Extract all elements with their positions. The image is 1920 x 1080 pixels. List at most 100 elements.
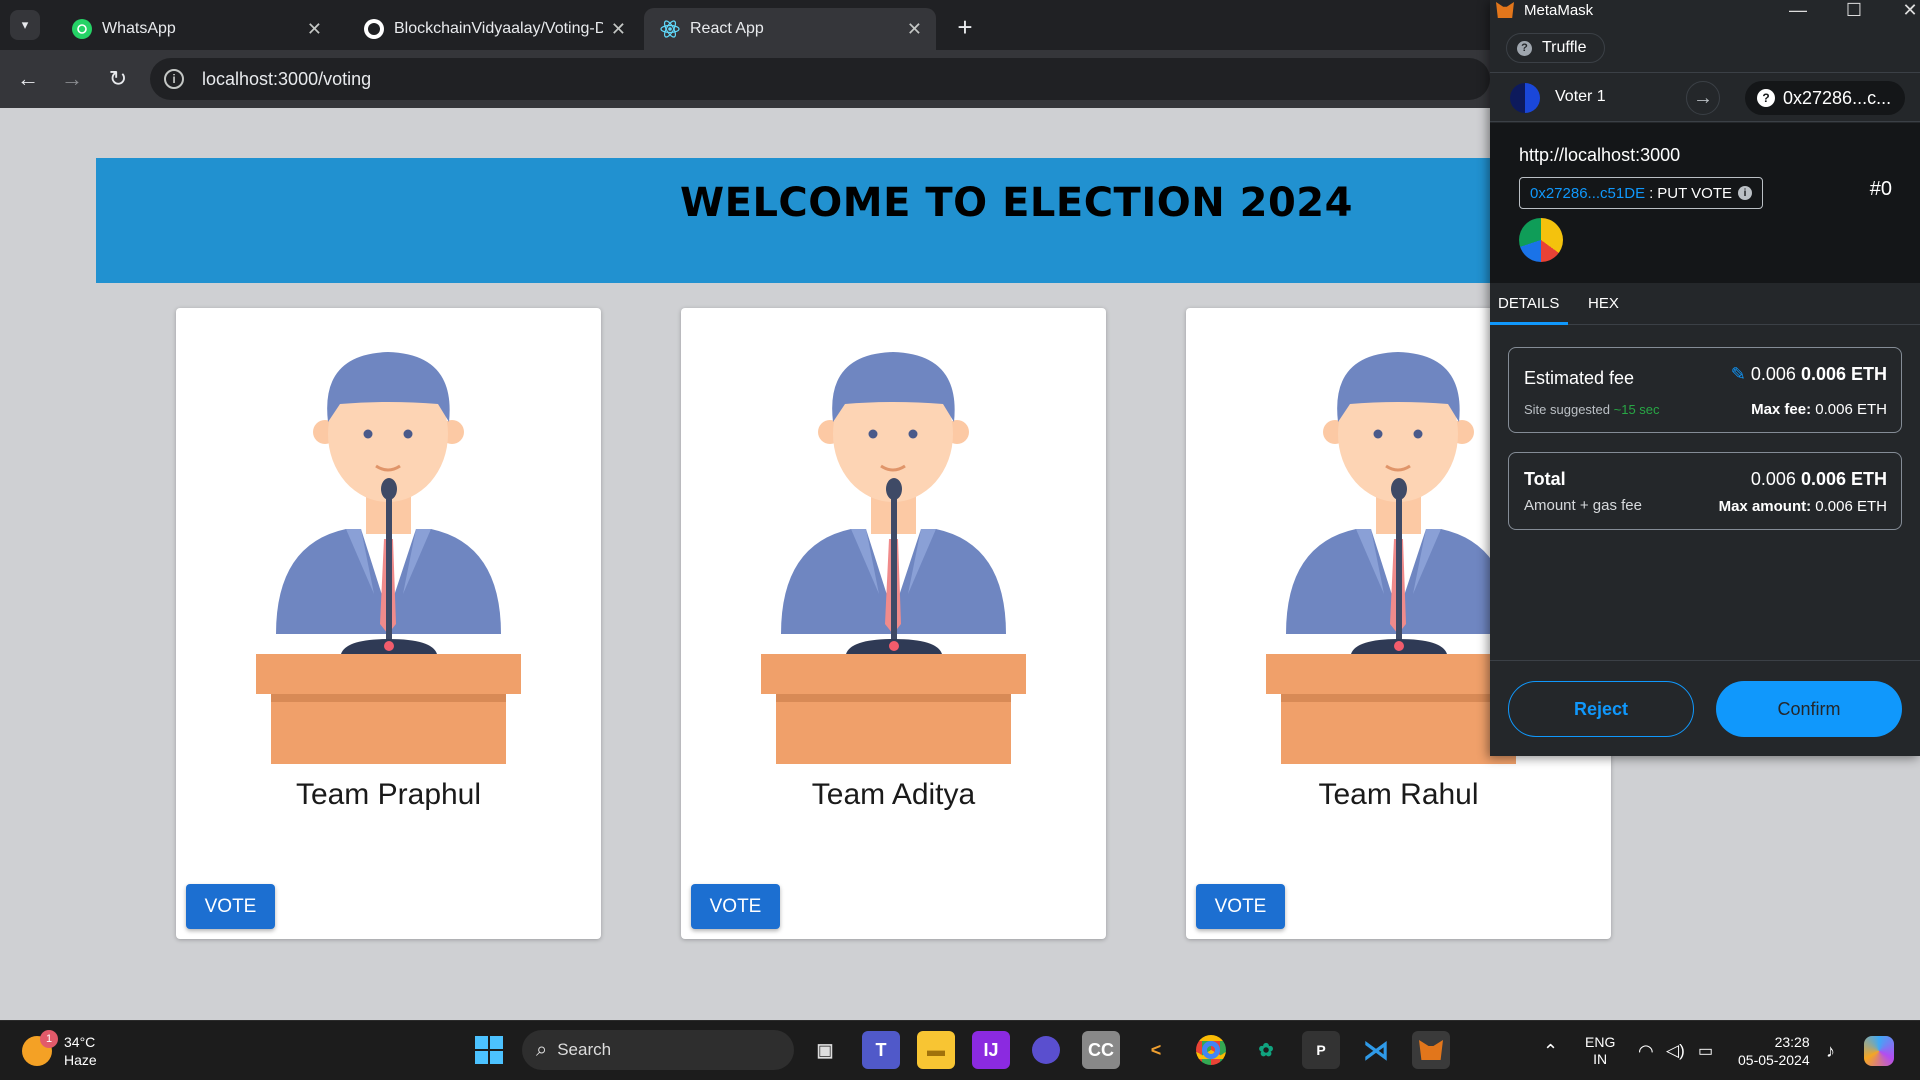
confirm-button[interactable]: Confirm <box>1716 681 1902 737</box>
close-tab-icon[interactable]: ✕ <box>307 19 322 40</box>
network-name: Truffle <box>1542 39 1587 56</box>
site-icon <box>1519 218 1563 262</box>
request-origin-section: http://localhost:3000 0x27286...c51DE : … <box>1490 123 1920 283</box>
notification-bell-icon[interactable]: ♪ <box>1826 1021 1835 1080</box>
moon-app-icon[interactable] <box>1027 1031 1065 1069</box>
max-amount-value: 0.006 ETH <box>1815 498 1887 515</box>
search-icon: ⌕ <box>536 1038 548 1061</box>
tab-title: WhatsApp <box>102 20 176 37</box>
vscode-icon[interactable]: ⋊ <box>1357 1031 1395 1069</box>
clock-date: 05-05-2024 <box>1738 1052 1810 1068</box>
tab-details[interactable]: DETAILS <box>1498 295 1559 312</box>
total-label: Total <box>1524 469 1566 489</box>
code-app-icon[interactable]: < <box>1137 1031 1175 1069</box>
candidate-name: Team Praphul <box>295 778 482 811</box>
chatgpt-icon[interactable]: ✿ <box>1247 1031 1285 1069</box>
vote-button[interactable]: VOTE <box>1196 884 1285 929</box>
vote-button[interactable]: VOTE <box>691 884 780 929</box>
tab-whatsapp[interactable]: WhatsApp ✕ <box>56 8 336 50</box>
tab-react-app[interactable]: React App ✕ <box>644 8 936 50</box>
tab-hex[interactable]: HEX <box>1588 295 1619 312</box>
contract-address[interactable]: 0x27286...c51DE <box>1530 185 1645 202</box>
total-sub-label: Amount + gas fee <box>1524 497 1642 514</box>
copilot-icon[interactable] <box>1864 1021 1894 1080</box>
react-icon <box>660 19 680 39</box>
candidate-card: Team Aditya VOTE <box>681 308 1106 939</box>
reject-button[interactable]: Reject <box>1508 681 1694 737</box>
cc-app-icon[interactable]: CC <box>1082 1031 1120 1069</box>
arrow-right-icon: → <box>1686 81 1720 115</box>
metamask-popup: MetaMask — ☐ ✕ ? Truffle Voter 1 → ? 0x2… <box>1490 0 1920 756</box>
weather-desc: Haze <box>64 1052 97 1068</box>
metamask-taskbar-icon[interactable] <box>1412 1031 1450 1069</box>
site-info-icon[interactable]: i <box>164 69 184 89</box>
separator: : <box>1649 184 1654 202</box>
metamask-title: MetaMask <box>1524 1 1594 19</box>
p-app-icon[interactable]: P <box>1302 1031 1340 1069</box>
total-secondary: 0.006 <box>1750 469 1796 489</box>
max-fee-value: 0.006 ETH <box>1815 401 1887 418</box>
battery-icon[interactable]: ▭ <box>1698 1021 1713 1080</box>
task-view-icon[interactable]: ▣ <box>806 1031 844 1069</box>
action-buttons: Reject Confirm <box>1490 660 1920 756</box>
clock[interactable]: 23:28 05-05-2024 <box>1738 1021 1810 1080</box>
close-tab-icon[interactable]: ✕ <box>907 19 922 40</box>
recipient-address: 0x27286...c... <box>1783 87 1892 108</box>
question-icon: ? <box>1757 89 1775 107</box>
recipient-pill[interactable]: ? 0x27286...c... <box>1745 81 1905 115</box>
intellij-icon[interactable]: IJ <box>972 1031 1010 1069</box>
page-title: WELCOME TO ELECTION 2024 <box>680 180 1353 226</box>
teams-icon[interactable]: T <box>862 1031 900 1069</box>
origin-url: http://localhost:3000 <box>1519 145 1681 165</box>
tray-overflow-chevron-icon[interactable]: ⌃ <box>1543 1021 1558 1080</box>
maximize-icon[interactable]: ☐ <box>1834 0 1874 21</box>
estimated-fee-box: Estimated fee Site suggested ~15 sec ✎ 0… <box>1508 347 1902 433</box>
close-window-icon[interactable]: ✕ <box>1890 0 1920 21</box>
language-code: ENG <box>1585 1034 1616 1050</box>
forward-arrow-icon[interactable]: → <box>57 64 87 94</box>
account-avatar <box>1510 83 1540 113</box>
active-tab-indicator <box>1490 322 1568 325</box>
weather-text: 34°C Haze <box>64 1033 97 1069</box>
whatsapp-icon <box>72 19 92 39</box>
search-label: Search <box>557 1040 612 1059</box>
weather-widget[interactable]: 1 34°C Haze <box>22 1030 97 1069</box>
network-selector[interactable]: ? Truffle <box>1506 33 1606 63</box>
tab-search-button[interactable]: ▾ <box>10 10 40 40</box>
language-indicator[interactable]: ENG IN <box>1585 1021 1615 1080</box>
close-tab-icon[interactable]: ✕ <box>611 19 626 40</box>
taskbar-search[interactable]: ⌕ Search <box>522 1030 794 1070</box>
candidate-name: Team Aditya <box>811 778 976 811</box>
edit-pencil-icon[interactable]: ✎ <box>1731 364 1746 384</box>
new-tab-button[interactable]: + <box>950 12 980 43</box>
candidate-name: Team Rahul <box>1318 778 1479 811</box>
minimize-icon[interactable]: — <box>1778 0 1818 21</box>
reload-icon[interactable]: ↻ <box>103 64 133 94</box>
max-fee-label: Max fee: <box>1751 401 1812 418</box>
back-arrow-icon[interactable]: ← <box>13 64 43 94</box>
notification-badge: 1 <box>40 1030 58 1048</box>
tab-github[interactable]: BlockchainVidyaalay/Voting-Da ✕ <box>348 8 640 50</box>
candidate-at-podium-illustration <box>256 352 521 764</box>
url-text: localhost:3000/voting <box>202 68 372 89</box>
tab-title: React App <box>690 20 764 37</box>
volume-icon[interactable]: ◁) <box>1666 1021 1685 1080</box>
vote-button[interactable]: VOTE <box>186 884 275 929</box>
nonce: #0 <box>1869 178 1892 200</box>
chrome-icon[interactable] <box>1192 1031 1230 1069</box>
wifi-icon[interactable]: ◠ <box>1638 1021 1654 1080</box>
info-icon[interactable]: i <box>1738 186 1752 200</box>
address-bar[interactable]: i localhost:3000/voting <box>150 58 1490 100</box>
fee-primary: 0.006 ETH <box>1800 364 1887 384</box>
metamask-fox-icon <box>1496 2 1514 18</box>
site-suggested-label: Site suggested <box>1524 402 1611 417</box>
total-values: 0.006 0.006 ETH <box>1751 469 1887 490</box>
windows-start-icon[interactable] <box>470 1031 508 1069</box>
github-icon <box>364 19 384 39</box>
file-explorer-icon[interactable]: ▬ <box>917 1031 955 1069</box>
total-primary: 0.006 ETH <box>1800 469 1887 489</box>
candidate-card: Team Praphul VOTE <box>176 308 601 939</box>
account-row: Voter 1 → ? 0x27286...c... <box>1490 72 1920 122</box>
contract-method-tag[interactable]: 0x27286...c51DE : PUT VOTE i <box>1519 177 1763 209</box>
detail-tabs: DETAILS HEX <box>1490 283 1920 325</box>
